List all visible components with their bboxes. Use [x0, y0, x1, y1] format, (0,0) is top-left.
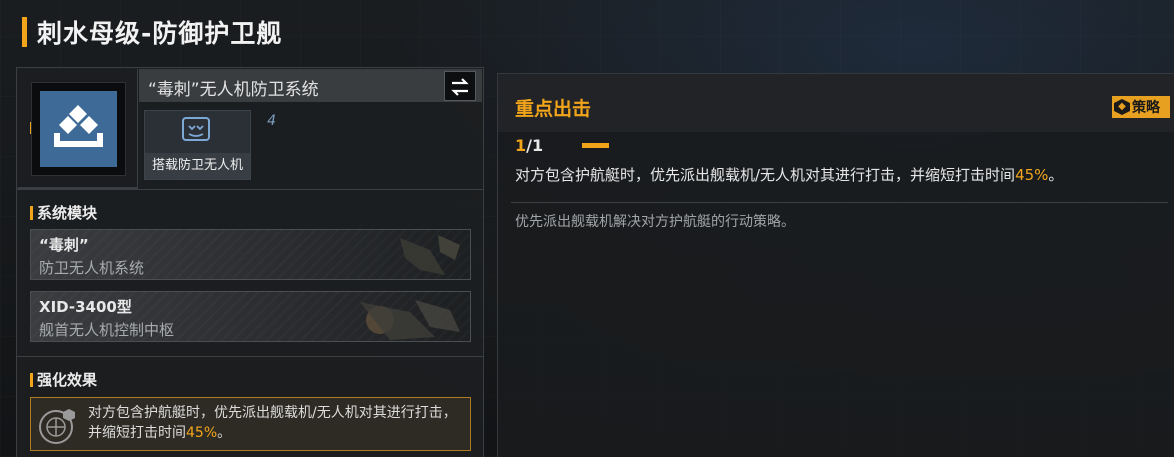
page-title: 刺水母级-防御护卫舰 — [37, 19, 283, 48]
drone-count: 4 — [267, 113, 276, 129]
title-area: 刺水母级-防御护卫舰 — [22, 14, 282, 50]
hexagon-icon: ◆ — [1114, 99, 1130, 115]
system-icon-frame — [31, 82, 126, 176]
pager-indicator[interactable] — [582, 143, 609, 148]
module-item[interactable]: XID-3400型 舰首无人机控制中枢 — [30, 291, 471, 342]
strategy-pager: 1/1 — [515, 136, 543, 155]
divider — [17, 356, 483, 357]
enhance-effect-box: 对方包含护航艇时，优先派出舰载机/无人机对其进行打击，并缩短打击时间45%。 — [30, 397, 471, 451]
ship-system-panel: “毒刺”无人机防卫系统 4 搭载防卫无人机 系统模块 “毒刺” 防卫无人机系统 … — [16, 67, 484, 457]
drone-card[interactable]: 4 搭载防卫无人机 — [144, 110, 276, 180]
strategy-emblem-icon — [37, 406, 77, 450]
strategy-desc-before: 对方包含护航艇时，优先派出舰载机/无人机对其进行打击，并缩短打击时间 — [515, 166, 1016, 184]
enhance-text-after: 。 — [217, 425, 232, 441]
strategy-note: 优先派出舰载机解决对方护航艇的行动策略。 — [515, 214, 795, 230]
swap-system-button[interactable] — [444, 71, 476, 101]
enhance-section-title: 强化效果 — [30, 369, 97, 390]
swap-arrows-icon — [451, 78, 469, 96]
module-art-icon — [400, 235, 460, 275]
strategy-title: 重点出击 — [515, 98, 592, 120]
modules-section-label: 系统模块 — [37, 204, 98, 222]
section-marker — [30, 372, 33, 387]
drone-card-label: 搭载防卫无人机 — [145, 153, 250, 179]
title-accent-bar — [22, 17, 27, 47]
divider — [511, 202, 1168, 203]
pager-current: 1 — [515, 136, 527, 155]
drone-system-icon — [40, 91, 117, 167]
enhance-effect-text: 对方包含护航艇时，优先派出舰载机/无人机对其进行打击，并缩短打击时间45%。 — [88, 403, 468, 443]
pager-total: /1 — [526, 136, 544, 155]
strategy-description: 对方包含护航艇时，优先派出舰载机/无人机对其进行打击，并缩短打击时间45%。 — [515, 164, 1063, 185]
strategy-highlight-value: 45% — [1015, 166, 1049, 184]
enhance-highlight-value: 45% — [186, 425, 218, 441]
module-art-icon — [360, 300, 460, 340]
strategy-panel: 重点出击 ◆ 策略 1/1 对方包含护航艇时，优先派出舰载机/无人机对其进行打击… — [497, 73, 1174, 457]
strategy-button[interactable]: ◆ 策略 — [1112, 96, 1170, 118]
module-desc: 防卫无人机系统 — [39, 259, 145, 277]
modules-section-title: 系统模块 — [30, 202, 97, 223]
module-name: XID-3400型 — [39, 298, 132, 316]
module-item[interactable]: “毒刺” 防卫无人机系统 — [30, 229, 471, 280]
strategy-button-label: 策略 — [1132, 100, 1160, 116]
system-icon-box[interactable] — [18, 69, 138, 188]
system-name: “毒刺”无人机防卫系统 — [148, 80, 319, 100]
divider — [17, 189, 483, 190]
section-marker — [30, 205, 33, 220]
enhance-text-before: 对方包含护航艇时，优先派出舰载机/无人机对其进行打击，并缩短打击时间 — [88, 405, 457, 441]
module-name: “毒刺” — [39, 236, 89, 254]
strategy-header: 重点出击 ◆ 策略 — [498, 74, 1174, 132]
strategy-desc-after: 。 — [1048, 166, 1064, 184]
module-desc: 舰首无人机控制中枢 — [39, 321, 175, 339]
drone-icon — [181, 115, 211, 149]
system-header: “毒刺”无人机防卫系统 — [139, 69, 482, 102]
enhance-section-label: 强化效果 — [37, 371, 98, 389]
